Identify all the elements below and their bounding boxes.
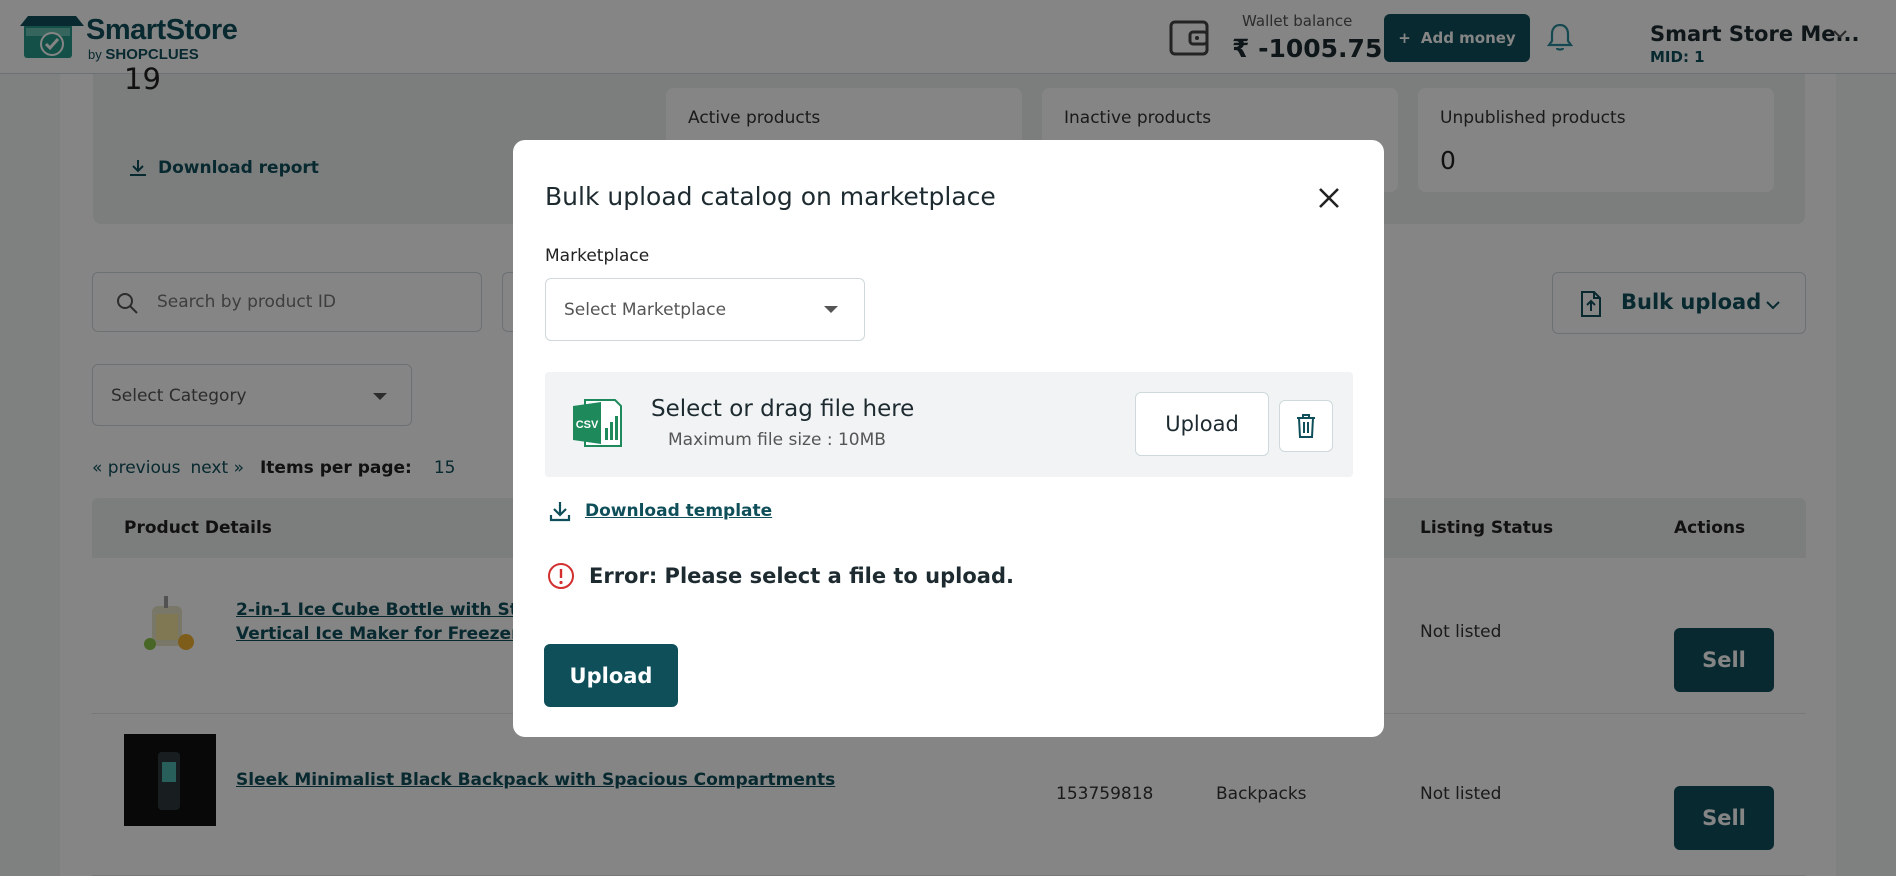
- download-template-link[interactable]: Download template: [549, 500, 772, 522]
- upload-submit-button[interactable]: Upload: [544, 644, 678, 707]
- marketplace-select[interactable]: Select Marketplace: [545, 278, 865, 341]
- close-icon[interactable]: [1315, 184, 1343, 212]
- file-dropzone[interactable]: CSV Select or drag file here Maximum fil…: [545, 372, 1353, 477]
- caret-down-icon: [824, 306, 838, 313]
- bulk-upload-modal: Bulk upload catalog on marketplace Marke…: [513, 140, 1384, 737]
- choose-file-upload-button[interactable]: Upload: [1135, 392, 1269, 456]
- trash-icon: [1297, 414, 1315, 438]
- error-message: Error: Please select a file to upload.: [547, 562, 1014, 590]
- download-template-label: Download template: [585, 501, 773, 521]
- csv-badge-text: CSV: [576, 419, 599, 431]
- dropzone-subtitle: Maximum file size : 10MB: [668, 430, 886, 450]
- marketplace-placeholder: Select Marketplace: [564, 300, 727, 320]
- error-message-text: Error: Please select a file to upload.: [589, 564, 1014, 588]
- marketplace-label: Marketplace: [545, 246, 650, 266]
- delete-file-button[interactable]: [1279, 400, 1333, 452]
- modal-title: Bulk upload catalog on marketplace: [545, 182, 996, 211]
- download-icon: [549, 502, 571, 522]
- dropzone-title: Select or drag file here: [651, 396, 915, 422]
- error-alert-icon: [548, 563, 574, 589]
- csv-file-icon: CSV: [573, 399, 622, 447]
